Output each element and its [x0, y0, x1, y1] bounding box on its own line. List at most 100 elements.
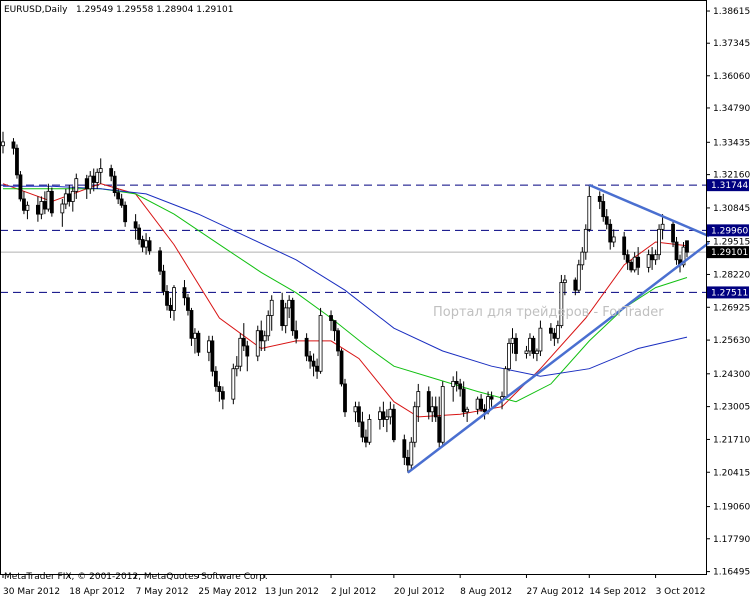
x-tick-label: 27 Aug 2012 — [526, 587, 584, 597]
candle-body — [388, 408, 393, 418]
y-tick-label: 1.30845 — [713, 204, 750, 214]
y-tick-label: 1.21710 — [713, 435, 750, 445]
candle-body — [35, 204, 40, 215]
candle-body — [646, 254, 651, 268]
x-tick-label: 7 May 2012 — [136, 587, 189, 597]
candle-body — [587, 196, 592, 230]
candle-body — [433, 406, 438, 418]
candle-body — [552, 332, 557, 339]
candle — [339, 348, 344, 387]
candle-body — [119, 198, 124, 206]
candle-body — [650, 254, 655, 261]
candle-body — [538, 327, 543, 352]
candle-body — [562, 279, 567, 283]
candle — [49, 187, 54, 217]
candle-body — [465, 408, 470, 413]
candle-body — [657, 228, 661, 256]
candle-body — [514, 337, 518, 354]
y-tick-label: 1.16495 — [713, 568, 750, 578]
x-tick-label: 8 Aug 2012 — [460, 587, 512, 597]
candle-body — [632, 256, 637, 271]
candle-body — [601, 201, 606, 218]
candle-body — [287, 299, 292, 309]
candle-body — [18, 174, 23, 200]
chart-background — [0, 0, 750, 600]
candle-body — [311, 360, 316, 367]
candle-body — [576, 264, 581, 291]
price-chart[interactable]: Портал для трейдеров - ForTrader 1.38615… — [0, 0, 750, 600]
candle-body — [234, 365, 239, 370]
candle-body — [140, 239, 145, 248]
candle-body — [653, 254, 658, 261]
candle-body — [147, 240, 152, 252]
candle-body — [451, 380, 456, 387]
candle-body — [213, 370, 218, 387]
candle-body — [70, 190, 75, 202]
y-tick-label: 1.24300 — [713, 370, 750, 380]
candle — [255, 325, 260, 362]
candle-body — [84, 178, 89, 190]
candle-body — [283, 307, 288, 327]
candle — [503, 366, 508, 400]
x-tick-label: 3 Oct 2012 — [656, 587, 706, 597]
candle-body — [25, 204, 30, 211]
candle-body — [39, 201, 44, 215]
candle-body — [74, 178, 79, 192]
candle-body — [238, 337, 243, 367]
x-tick-label: 18 Apr 2012 — [69, 587, 125, 597]
last-price-tag-label: 1.29101 — [711, 248, 748, 258]
candle-body — [503, 368, 508, 398]
candle-body — [22, 198, 26, 211]
candle-body — [580, 251, 585, 266]
candle-body — [405, 457, 410, 466]
candle — [576, 259, 581, 293]
candle-body — [608, 223, 613, 243]
candle-body — [91, 175, 96, 183]
candle-body — [531, 337, 536, 354]
candle-body — [112, 175, 117, 194]
candle-body — [280, 299, 285, 327]
candle-body — [426, 391, 431, 413]
candle-body — [510, 337, 515, 344]
candle-body — [583, 228, 588, 253]
candle — [657, 224, 661, 260]
candle-body — [636, 256, 641, 268]
x-tick-label: 25 May 2012 — [198, 587, 257, 597]
chart-title: EURUSD,Daily — [4, 5, 68, 15]
candle-body — [384, 416, 389, 420]
candle-body — [63, 193, 68, 205]
candle-body — [548, 327, 553, 334]
y-tick-label: 1.23005 — [713, 403, 750, 413]
y-tick-label: 1.33435 — [713, 138, 750, 148]
candle — [559, 274, 564, 329]
candle-body — [489, 396, 494, 400]
candle-body — [210, 340, 215, 372]
candle-body — [196, 332, 201, 353]
candle-body — [245, 345, 250, 357]
candle-body — [161, 270, 166, 292]
candle-body — [206, 340, 211, 353]
candle-body — [339, 350, 344, 385]
candle-body — [461, 388, 466, 413]
candle-body — [458, 383, 463, 390]
candle-body — [409, 441, 414, 466]
candle-body — [412, 406, 417, 443]
candle-body — [308, 355, 313, 362]
candle — [196, 330, 201, 357]
candle-body — [332, 320, 337, 332]
candle-body — [402, 439, 407, 458]
candle-body — [622, 236, 627, 256]
x-tick-label: 20 Jul 2012 — [394, 587, 445, 597]
candle — [440, 381, 445, 445]
watermark: Портал для трейдеров - ForTrader — [433, 305, 664, 320]
candle — [507, 338, 511, 372]
candle-body — [255, 330, 260, 357]
candle-body — [660, 223, 665, 230]
x-tick-label: 30 Mar 2012 — [3, 587, 60, 597]
candle-body — [671, 223, 675, 243]
candle-body — [144, 240, 148, 248]
candle-body — [259, 330, 264, 342]
candle-body — [381, 411, 386, 420]
candle-body — [329, 315, 333, 321]
y-tick-label: 1.28220 — [713, 270, 750, 280]
